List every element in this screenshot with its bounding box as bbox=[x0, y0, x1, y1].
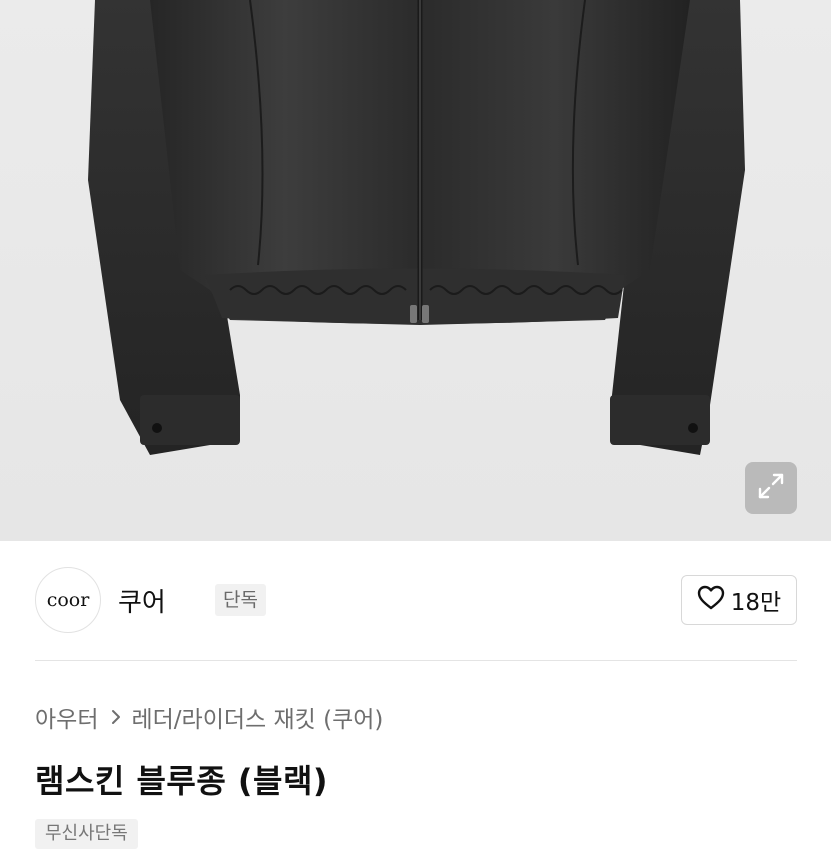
brand-row: coor 쿠어 단독 18만 bbox=[35, 567, 797, 633]
breadcrumb: 아우터 레더/라이더스 재킷 (쿠어) bbox=[35, 700, 383, 734]
brand-name[interactable]: 쿠어 bbox=[118, 582, 166, 619]
expand-button[interactable] bbox=[745, 462, 797, 514]
breadcrumb-category[interactable]: 아우터 bbox=[35, 700, 98, 734]
like-count: 18만 bbox=[730, 590, 782, 616]
expand-icon bbox=[756, 471, 786, 505]
product-title: 램스킨 블루종 (블랙) bbox=[35, 762, 329, 800]
product-tag: 무신사단독 bbox=[35, 819, 138, 849]
divider bbox=[35, 660, 797, 661]
jacket-photo bbox=[88, 0, 745, 455]
exclusive-badge: 단독 bbox=[215, 584, 266, 616]
chevron-right-icon bbox=[110, 709, 122, 725]
brand-logo-text: coor bbox=[46, 589, 90, 611]
product-image[interactable] bbox=[0, 0, 831, 541]
brand-logo[interactable]: coor bbox=[35, 567, 101, 633]
heart-outline-icon bbox=[697, 585, 725, 615]
breadcrumb-subcategory[interactable]: 레더/라이더스 재킷 (쿠어) bbox=[131, 700, 383, 734]
like-button[interactable]: 18만 bbox=[681, 575, 797, 625]
